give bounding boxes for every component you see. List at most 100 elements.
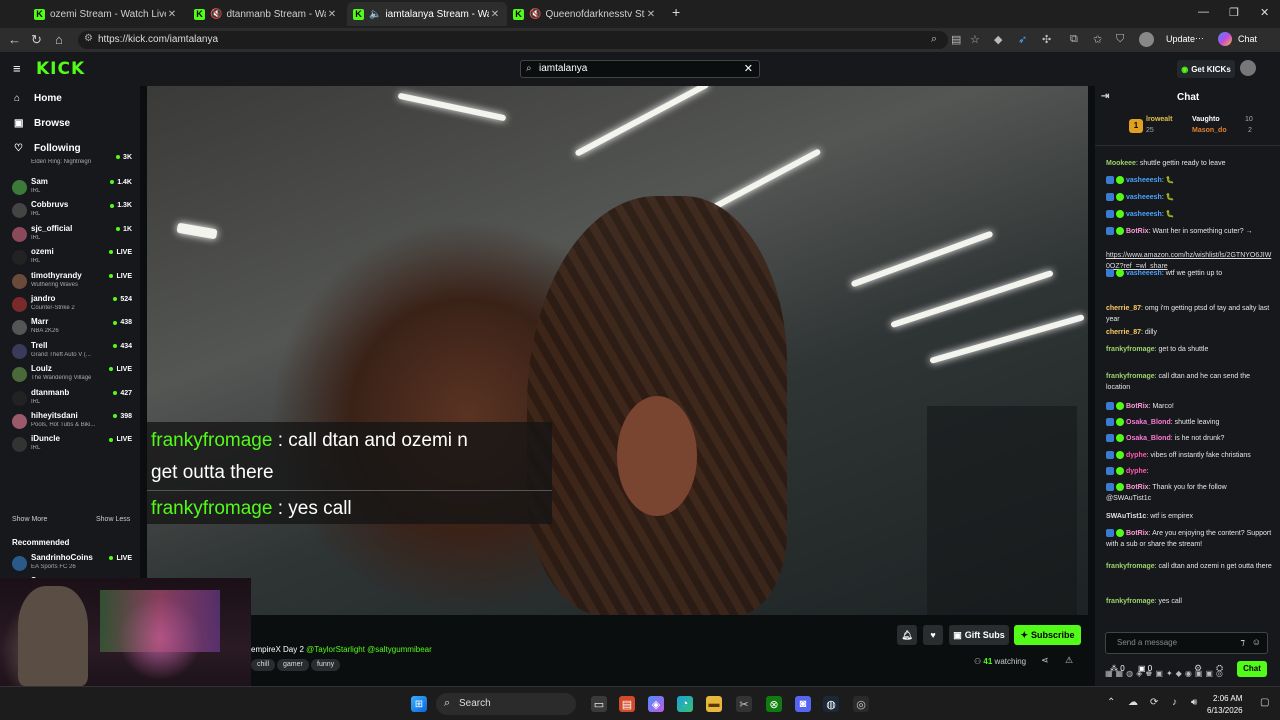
muted-speaker-icon[interactable]: 🔇 (529, 9, 541, 20)
chat-username[interactable]: frankyfromage (1106, 563, 1155, 570)
xbox-icon[interactable]: ⊗ (766, 696, 782, 712)
chat-settings-icon[interactable]: ⚙ (1194, 663, 1202, 674)
clock-date[interactable]: 6/13/2026 (1207, 706, 1243, 715)
site-info-icon[interactable]: ⚙ (84, 33, 93, 44)
split-screen-icon[interactable]: ⧉ (1070, 33, 1078, 46)
snipping-tool-icon[interactable]: ✂ (736, 696, 752, 712)
stream-tag[interactable]: funny (311, 659, 341, 671)
channel-item[interactable]: sjc_official IRL 1K (12, 223, 132, 245)
user-avatar[interactable] (1240, 60, 1256, 76)
commands-icon[interactable]: ⁊ (1241, 637, 1245, 648)
channel-item[interactable]: Elden Ring: Nightreign 3K (12, 154, 132, 168)
favorites-icon[interactable]: ✩ (1093, 33, 1102, 46)
emoji-icon[interactable]: ☺ (1252, 637, 1261, 647)
profile-avatar[interactable] (1139, 32, 1154, 47)
report-icon[interactable]: ⚠ (1065, 655, 1073, 666)
close-window-icon[interactable]: ✕ (1260, 6, 1269, 19)
taskbar-search[interactable]: ⌕ Search (436, 693, 576, 715)
kick-logo[interactable]: KICK (36, 59, 85, 79)
refresh-icon[interactable]: ↻ (31, 32, 42, 48)
gift-subs-button[interactable]: ▣ Gift Subs (949, 625, 1009, 645)
windows-start-icon[interactable]: ⊞ (411, 696, 427, 712)
back-icon[interactable]: ← (8, 32, 21, 47)
hamburger-menu-icon[interactable]: ≡ (13, 61, 21, 76)
network-icon[interactable]: ⟳ (1150, 697, 1158, 708)
show-hidden-icons-icon[interactable]: ⌃ (1107, 697, 1115, 708)
show-more-link[interactable]: Show More (12, 516, 47, 523)
gifter-name[interactable]: lrowealt (1146, 116, 1172, 123)
channel-item[interactable]: hiheyitsdani Pools, Hot Tubs & Biki... 398 (12, 410, 132, 432)
browser-tab-ozemi[interactable]: K ozemi Stream - Watch Live on Kick ✕ (28, 2, 184, 26)
muted-speaker-icon[interactable]: 🔇 (210, 9, 222, 20)
browser-essentials-icon[interactable]: ⛉ (1116, 33, 1124, 46)
obs-icon[interactable]: ◎ (853, 696, 869, 712)
zoom-icon[interactable]: ⌕ (931, 33, 937, 46)
file-explorer-icon[interactable]: ▬ (706, 696, 722, 712)
clear-search-icon[interactable]: ✕ (744, 62, 753, 75)
get-kicks-button[interactable]: ◉ Get KICKs (1177, 60, 1235, 78)
channel-item[interactable]: Cobbruvs IRL 1.3K (12, 199, 132, 221)
more-menu-button[interactable]: ··· (1195, 33, 1204, 43)
chat-username[interactable]: BotRix (1126, 484, 1149, 491)
address-bar[interactable]: ⚙ https://kick.com/iamtalanya (78, 31, 948, 49)
stream-tag[interactable]: chill (251, 659, 276, 671)
stream-title-mentions[interactable]: @TaylorStarlight @saltygummibear (306, 645, 432, 654)
browser-tab-dtanmanb[interactable]: K 🔇 dtanmanb Stream - Watch Li ✕ (188, 2, 344, 26)
channel-item[interactable]: dtanmanb IRL 427 (12, 387, 132, 409)
chat-username[interactable]: vasheeesh (1126, 194, 1162, 201)
video-player[interactable]: frankyfromage : call dtan and ozemi n ge… (147, 86, 1088, 615)
search-input[interactable]: ⌕ iamtalanya ✕ (520, 60, 760, 78)
translate-extension-icon[interactable]: ➶ (1018, 33, 1027, 46)
chat-username[interactable]: BotRix (1126, 530, 1149, 537)
browser-tab-iamtalanya[interactable]: K 🔈 iamtalanya Stream - Watch Li ✕ (347, 2, 507, 26)
clock-time[interactable]: 2:06 AM (1213, 694, 1242, 703)
close-tab-icon[interactable]: ✕ (326, 9, 338, 20)
office-app-icon[interactable]: ▤ (619, 696, 635, 712)
copilot-icon[interactable] (1218, 32, 1232, 46)
channel-item[interactable]: jandro Counter-Strike 2 524 (12, 293, 132, 315)
sidebar-item-home[interactable]: ⌂ Home (14, 93, 62, 104)
chat-username[interactable]: frankyfromage (1106, 346, 1155, 353)
chat-username[interactable]: Osaka_Blond (1126, 435, 1171, 442)
minimize-icon[interactable]: — (1198, 6, 1209, 18)
home-icon[interactable]: ⌂ (55, 32, 63, 47)
channel-item[interactable]: timothyrandy Wuthering Waves LIVE (12, 270, 132, 292)
copilot-chat-button[interactable]: Chat (1238, 34, 1257, 44)
chat-username[interactable]: cherrie_87 (1106, 329, 1141, 336)
show-less-link[interactable]: Show Less (96, 516, 130, 523)
close-tab-icon[interactable]: ✕ (645, 9, 657, 20)
chat-username[interactable]: vasheeesh (1126, 211, 1162, 218)
channel-points[interactable]: ▣ 0 (1138, 664, 1152, 673)
chat-username[interactable]: cherrie_87 (1106, 305, 1141, 312)
collapse-chat-icon[interactable]: ⇥ (1101, 91, 1109, 102)
chat-username[interactable]: Mookeee (1106, 160, 1136, 167)
gifter-name[interactable]: Mason_do (1192, 127, 1227, 134)
new-tab-button[interactable]: + (672, 4, 680, 20)
chat-username[interactable]: vasheeesh (1126, 177, 1162, 184)
notifications-icon[interactable]: ▢ (1260, 697, 1269, 708)
sidebar-item-browse[interactable]: ▣ Browse (14, 118, 70, 129)
chat-username[interactable]: SWAuTist1c (1106, 513, 1146, 520)
share-icon[interactable]: ⋖ (1041, 655, 1049, 666)
channel-item[interactable]: ozemi IRL LIVE (12, 246, 132, 268)
chat-username[interactable]: BotRix (1126, 228, 1149, 235)
microphone-icon[interactable]: ♪ (1172, 697, 1177, 708)
channel-item[interactable]: Sam IRL 1.4K (12, 176, 132, 198)
task-view-icon[interactable]: ▭ (591, 696, 607, 712)
edge-browser-icon[interactable]: ◔ (677, 696, 693, 712)
chat-username[interactable]: dyphe (1126, 452, 1147, 459)
onedrive-icon[interactable]: ☁ (1128, 697, 1138, 708)
gifter-name[interactable]: Vaughto (1192, 116, 1220, 123)
channel-item[interactable]: iDuncle IRL LIVE (12, 433, 132, 455)
chat-username[interactable]: vasheeesh (1126, 270, 1162, 277)
copilot-app-icon[interactable]: ◈ (648, 696, 664, 712)
maximize-icon[interactable]: ❐ (1229, 6, 1239, 19)
update-button[interactable]: Update (1166, 34, 1195, 44)
chat-username[interactable]: dyphe (1126, 468, 1147, 475)
follow-button[interactable]: ♥ (923, 625, 943, 645)
chat-username[interactable]: frankyfromage (1106, 598, 1155, 605)
reader-icon[interactable]: ▤ (951, 33, 961, 46)
sidebar-item-following[interactable]: ♡ Following (14, 143, 81, 154)
speaker-icon[interactable]: 🔈 (369, 9, 381, 20)
notification-bell-button[interactable]: 🔔︎ (897, 625, 917, 645)
